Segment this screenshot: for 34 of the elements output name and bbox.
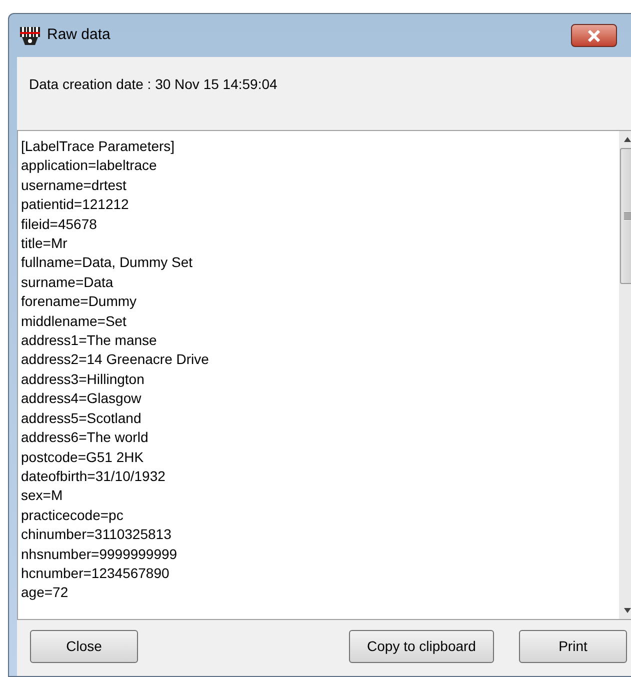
text-line: patientid=121212 [21, 195, 129, 214]
scrollbar[interactable] [619, 131, 631, 619]
text-line: address4=Glasgow [21, 389, 142, 408]
text-line: username=drtest [21, 176, 126, 195]
text-line: age=72 [21, 583, 68, 602]
text-line: address5=Scotland [21, 408, 142, 428]
text-line: fullname=Data, Dummy Set [21, 253, 193, 272]
close-button[interactable]: Close [30, 630, 138, 662]
raw-data-textarea[interactable] [17, 130, 631, 620]
text-line: address3=Hillington [21, 370, 144, 389]
text-line: middlename=Set [21, 312, 126, 331]
text-line: practicecode=pc [21, 506, 124, 525]
text-line: fileid=45678 [21, 214, 97, 234]
window-title: Raw data [47, 25, 110, 46]
text-line: address1=The manse [21, 331, 157, 350]
text-line: sex=M [21, 486, 63, 506]
text-line: postcode=G51 2HK [21, 448, 144, 467]
text-line: chinumber=3110325813 [21, 525, 172, 544]
text-line: surname=Data [21, 272, 114, 292]
scroll-thumb[interactable] [620, 148, 631, 284]
text-line: application=labeltrace [21, 156, 157, 176]
close-icon[interactable] [571, 24, 617, 47]
text-line: [LabelTrace Parameters] [21, 137, 175, 156]
barcode-printer-icon [19, 24, 41, 46]
text-line: hcnumber=1234567890 [21, 564, 170, 583]
text-line: address6=The world [21, 428, 148, 448]
text-line: address2=14 Greenacre Drive [21, 350, 209, 370]
text-line: nhsnumber=9999999999 [21, 544, 178, 564]
copy-button[interactable]: Copy to clipboard [349, 630, 494, 662]
text-line: dateofbirth=31/10/1932 [21, 466, 166, 486]
print-button[interactable]: Print [519, 630, 627, 662]
text-line: title=Mr [21, 234, 68, 254]
creation-date-text: Data creation date : 30 Nov 15 14:59:04 [29, 76, 278, 92]
text-line: forename=Dummy [21, 292, 137, 312]
